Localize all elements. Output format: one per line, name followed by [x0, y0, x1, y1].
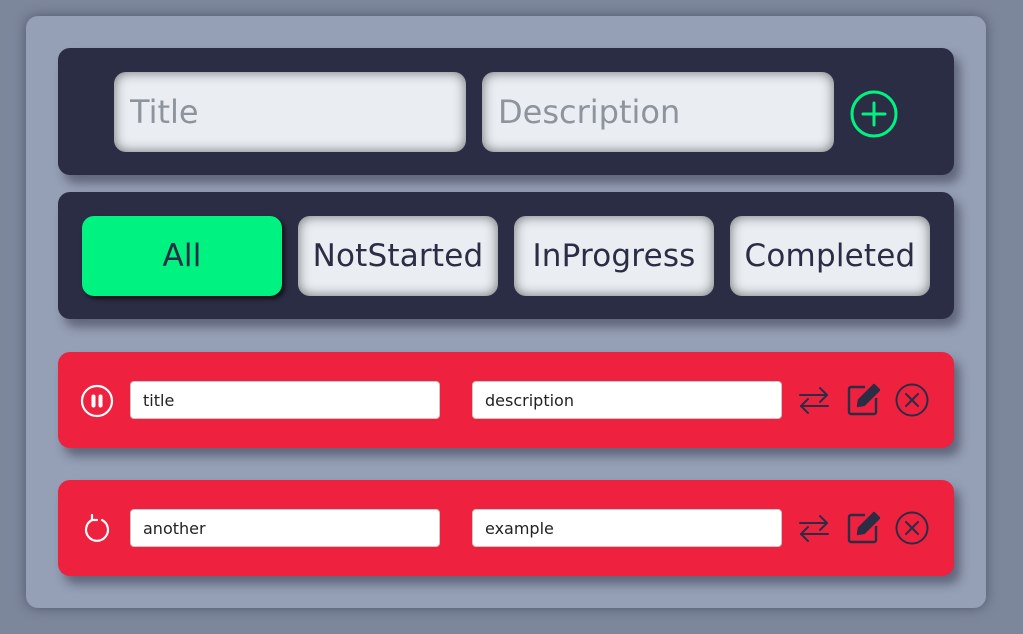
swap-icon: [799, 387, 829, 414]
edit-icon: [847, 511, 881, 544]
pause-button[interactable]: [80, 384, 114, 418]
filter-label: NotStarted: [312, 238, 484, 274]
task-title-field[interactable]: [130, 381, 440, 419]
filter-all-button[interactable]: All: [82, 216, 282, 296]
filter-completed-button[interactable]: Completed: [730, 216, 930, 296]
swap-icon: [799, 515, 829, 542]
filter-label: Completed: [744, 238, 916, 274]
close-circle-icon: [895, 511, 929, 545]
add-task-button[interactable]: [850, 90, 898, 138]
close-circle-icon: [895, 383, 929, 417]
edit-button[interactable]: [845, 382, 881, 418]
pause-circle-icon: [80, 384, 114, 418]
title-input[interactable]: [114, 72, 466, 152]
description-input[interactable]: [482, 72, 834, 152]
task-description-field[interactable]: [472, 381, 782, 419]
filter-panel: All NotStarted InProgress Completed: [58, 192, 954, 319]
filter-label: InProgress: [532, 238, 696, 274]
edit-button[interactable]: [845, 510, 881, 546]
filter-label: All: [162, 238, 202, 274]
task-row: [58, 480, 954, 576]
task-row: [58, 352, 954, 448]
delete-button[interactable]: [894, 382, 930, 418]
filter-inprogress-button[interactable]: InProgress: [514, 216, 714, 296]
delete-button[interactable]: [894, 510, 930, 546]
swap-button[interactable]: [796, 382, 832, 418]
restart-button[interactable]: [80, 512, 114, 546]
filter-notstarted-button[interactable]: NotStarted: [298, 216, 498, 296]
task-title-field[interactable]: [130, 509, 440, 547]
app-container: All NotStarted InProgress Completed: [26, 16, 986, 608]
edit-icon: [847, 383, 881, 416]
plus-circle-icon: [850, 90, 898, 138]
add-task-panel: [58, 48, 954, 175]
task-description-field[interactable]: [472, 509, 782, 547]
swap-button[interactable]: [796, 510, 832, 546]
restart-icon: [84, 513, 110, 542]
